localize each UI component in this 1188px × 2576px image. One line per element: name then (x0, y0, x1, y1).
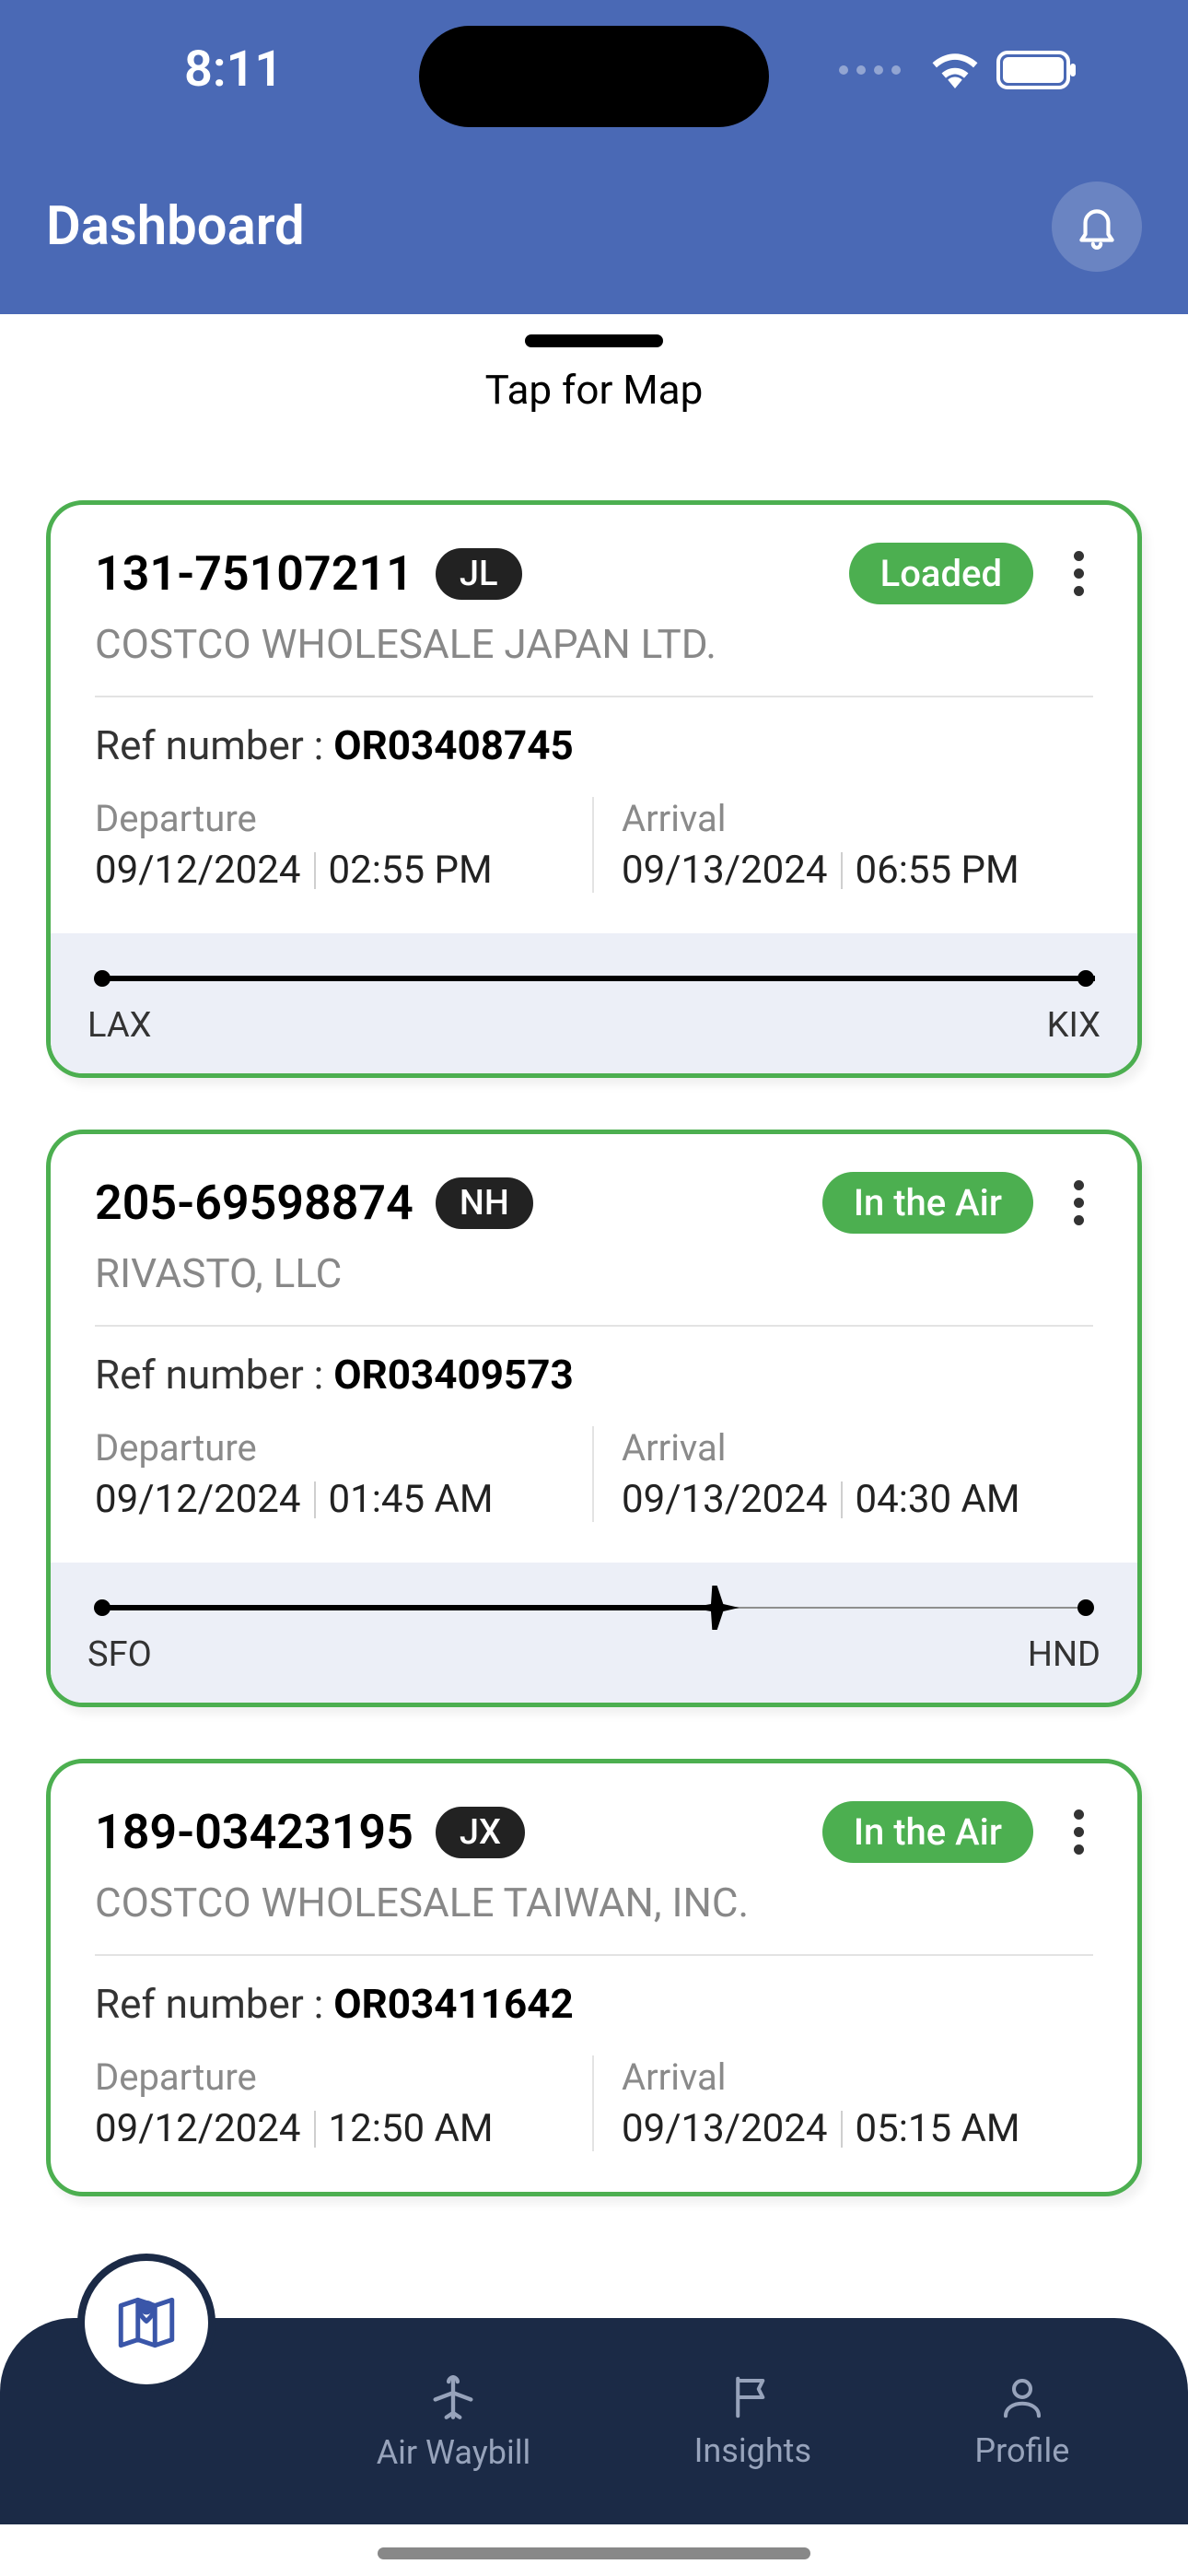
departure-time: 01:45 AM (329, 1477, 494, 1522)
carrier-badge: JL (436, 548, 522, 600)
destination-airport: HND (1028, 1634, 1101, 1675)
notifications-button[interactable] (1052, 181, 1142, 272)
carrier-badge: NH (436, 1177, 533, 1229)
status-badge: Loaded (849, 543, 1033, 604)
shipment-card[interactable]: 131-75107211 JL Loaded COSTCO WHOLESALE … (46, 500, 1142, 1078)
shipment-card[interactable]: 205-69598874 NH In the Air RIVASTO, LLC … (46, 1130, 1142, 1707)
arrival-date: 09/13/2024 (622, 1477, 828, 1522)
arrival-time: 05:15 AM (856, 2106, 1020, 2151)
departure-time: 12:50 AM (329, 2106, 494, 2151)
company-name: COSTCO WHOLESALE TAIWAN, INC. (95, 1879, 1093, 1956)
ref-label: Ref number : (95, 721, 333, 769)
nav-label: Profile (974, 2431, 1069, 2470)
battery-icon (996, 51, 1077, 89)
departure-block: Departure 09/12/2024 02:55 PM (95, 797, 594, 893)
wifi-icon (930, 52, 980, 88)
arrival-date: 09/13/2024 (622, 2106, 828, 2151)
origin-airport: SFO (87, 1634, 152, 1675)
progress-track (93, 972, 1095, 985)
nav-insights[interactable]: Insights (694, 2372, 811, 2470)
arrival-date: 09/13/2024 (622, 848, 828, 893)
airplane-icon (426, 2371, 480, 2424)
arrival-label: Arrival (622, 2055, 1093, 2099)
map-fab-button[interactable] (77, 2254, 215, 2392)
departure-date: 09/12/2024 (95, 2106, 301, 2151)
ref-value: OR03411642 (333, 1980, 573, 2028)
tap-for-map[interactable]: Tap for Map (0, 314, 1188, 449)
more-menu-button[interactable] (1065, 1171, 1093, 1235)
ref-number-row: Ref number : OR03409573 (95, 1327, 1093, 1426)
arrival-label: Arrival (622, 797, 1093, 840)
drag-handle-icon (525, 334, 663, 347)
status-time: 8:11 (184, 41, 283, 99)
shipment-list: 131-75107211 JL Loaded COSTCO WHOLESALE … (0, 449, 1188, 2399)
ref-value: OR03408745 (333, 721, 573, 769)
device-notch (419, 26, 769, 127)
arrival-block: Arrival 09/13/2024 05:15 AM (594, 2055, 1093, 2151)
awb-number: 205-69598874 (95, 1175, 413, 1231)
tap-for-map-label: Tap for Map (485, 366, 704, 414)
nav-profile[interactable]: Profile (974, 2372, 1069, 2470)
nav-label: Insights (694, 2431, 811, 2470)
origin-dot-icon (94, 970, 111, 987)
progress-strip: LAX KIX (51, 933, 1137, 1073)
departure-label: Departure (95, 797, 565, 840)
destination-dot-icon (1077, 1599, 1094, 1616)
origin-dot-icon (94, 1599, 111, 1616)
status-badge: In the Air (822, 1801, 1033, 1863)
shipment-card[interactable]: 189-03423195 JX In the Air COSTCO WHOLES… (46, 1759, 1142, 2196)
destination-airport: KIX (1047, 1005, 1101, 1046)
status-badge: In the Air (822, 1172, 1033, 1234)
ref-value: OR03409573 (333, 1351, 573, 1399)
ref-number-row: Ref number : OR03411642 (95, 1956, 1093, 2055)
origin-airport: LAX (87, 1005, 151, 1046)
company-name: RIVASTO, LLC (95, 1249, 1093, 1327)
more-menu-button[interactable] (1065, 542, 1093, 605)
home-indicator (378, 2547, 810, 2559)
ref-label: Ref number : (95, 1980, 333, 2028)
status-bar: 8:11 (0, 0, 1188, 117)
person-icon (997, 2372, 1047, 2422)
flag-icon (728, 2372, 777, 2422)
progress-track (93, 1601, 1095, 1614)
page-title: Dashboard (46, 195, 305, 258)
departure-time: 02:55 PM (329, 848, 493, 893)
departure-date: 09/12/2024 (95, 1477, 301, 1522)
ref-number-row: Ref number : OR03408745 (95, 697, 1093, 797)
ref-label: Ref number : (95, 1351, 333, 1399)
awb-number: 189-03423195 (95, 1804, 413, 1860)
carrier-badge: JX (436, 1807, 525, 1858)
arrival-block: Arrival 09/13/2024 06:55 PM (594, 797, 1093, 893)
carrier-dots-icon (839, 65, 901, 75)
status-icons (839, 51, 1077, 89)
bell-icon (1074, 202, 1120, 252)
airplane-icon (685, 1578, 744, 1637)
company-name: COSTCO WHOLESALE JAPAN LTD. (95, 620, 1093, 697)
departure-block: Departure 09/12/2024 01:45 AM (95, 1426, 594, 1522)
nav-label: Air Waybill (377, 2433, 531, 2472)
departure-block: Departure 09/12/2024 12:50 AM (95, 2055, 594, 2151)
map-pin-icon (112, 2289, 181, 2357)
departure-label: Departure (95, 2055, 565, 2099)
nav-air-waybill[interactable]: Air Waybill (377, 2371, 531, 2472)
bottom-nav: Air Waybill Insights Profile (0, 2318, 1188, 2524)
arrival-label: Arrival (622, 1426, 1093, 1469)
arrival-time: 06:55 PM (856, 848, 1019, 893)
awb-number: 131-75107211 (95, 545, 413, 602)
destination-dot-icon (1077, 970, 1094, 987)
more-menu-button[interactable] (1065, 1800, 1093, 1864)
departure-label: Departure (95, 1426, 565, 1469)
progress-strip: SFO HND (51, 1563, 1137, 1703)
app-header: 8:11 Dashboard (0, 0, 1188, 314)
departure-date: 09/12/2024 (95, 848, 301, 893)
arrival-time: 04:30 AM (856, 1477, 1020, 1522)
arrival-block: Arrival 09/13/2024 04:30 AM (594, 1426, 1093, 1522)
